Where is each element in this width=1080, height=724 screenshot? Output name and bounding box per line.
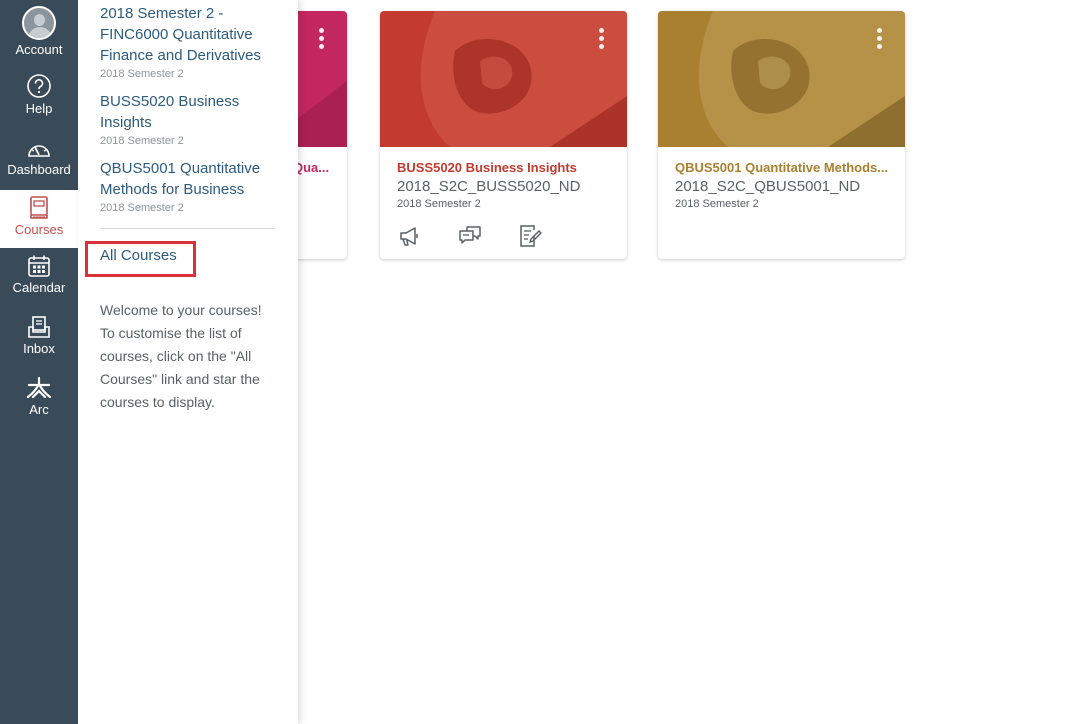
tray-course-term: 2018 Semester 2 xyxy=(100,68,184,80)
global-navigation: Account Help Dashboard Courses Calendar … xyxy=(0,0,78,724)
card-title[interactable]: BUSS5020 Business Insights xyxy=(397,160,577,175)
all-courses-link[interactable]: All Courses xyxy=(100,247,177,264)
help-circle-icon xyxy=(27,74,51,98)
nav-item-courses[interactable]: Courses xyxy=(0,190,78,248)
discussions-icon[interactable] xyxy=(458,224,482,248)
tray-course-link[interactable]: BUSS5020 Business Insights xyxy=(100,91,250,133)
announcements-icon[interactable] xyxy=(398,224,422,248)
tray-course-term: 2018 Semester 2 xyxy=(100,202,184,214)
tray-course-term: 2018 Semester 2 xyxy=(100,135,184,147)
card-course-code: 2018_S2C_BUSS5020_ND xyxy=(397,178,581,195)
nav-item-calendar[interactable]: Calendar xyxy=(0,254,78,302)
nav-label-help: Help xyxy=(25,101,53,116)
arc-icon xyxy=(26,376,52,399)
avatar-icon xyxy=(22,6,56,40)
card-hero-image xyxy=(380,11,627,147)
card-title[interactable]: QBUS5001 Quantitative Methods... xyxy=(675,160,888,175)
nav-label-inbox: Inbox xyxy=(23,341,55,356)
card-course-code: 2018_S2C_QBUS5001_ND xyxy=(675,178,861,195)
nav-label-arc: Arc xyxy=(29,402,49,417)
card-options-menu[interactable] xyxy=(875,28,883,52)
card-title[interactable]: Qua... xyxy=(293,160,329,175)
tray-course-item: 2018 Semester 2 - FINC6000 Quantitative … xyxy=(100,3,276,82)
tray-divider xyxy=(100,228,275,229)
nav-label-courses: Courses xyxy=(14,222,64,237)
nav-label-account: Account xyxy=(15,42,63,57)
card-term: 2018 Semester 2 xyxy=(675,198,759,210)
book-icon xyxy=(30,196,48,219)
inbox-icon xyxy=(28,316,50,338)
speedometer-icon xyxy=(28,145,50,157)
nav-item-inbox[interactable]: Inbox xyxy=(0,315,78,363)
course-card-buss5020[interactable]: BUSS5020 Business Insights 2018_S2C_BUSS… xyxy=(380,11,627,259)
card-options-menu[interactable] xyxy=(317,28,325,52)
tray-welcome-text: Welcome to your courses! To customise th… xyxy=(100,302,262,410)
card-hero-image xyxy=(658,11,905,147)
card-action-links xyxy=(398,224,542,248)
assignments-icon[interactable] xyxy=(518,224,542,248)
nav-item-help[interactable]: Help xyxy=(0,73,78,123)
nav-label-calendar: Calendar xyxy=(12,280,66,295)
calendar-icon xyxy=(28,255,50,277)
tray-course-item: QBUS5001 Quantitative Methods for Busine… xyxy=(100,158,276,216)
nav-item-arc[interactable]: Arc xyxy=(0,376,78,424)
nav-item-dashboard[interactable]: Dashboard xyxy=(0,138,78,184)
tray-course-link[interactable]: 2018 Semester 2 - FINC6000 Quantitative … xyxy=(100,3,276,66)
all-courses-highlight-box: All Courses xyxy=(85,241,196,277)
course-card-qbus5001[interactable]: QBUS5001 Quantitative Methods... 2018_S2… xyxy=(658,11,905,259)
nav-item-account[interactable]: Account xyxy=(0,6,78,64)
nav-label-dashboard: Dashboard xyxy=(7,162,71,177)
card-options-menu[interactable] xyxy=(597,28,605,52)
courses-tray: 2018 Semester 2 - FINC6000 Quantitative … xyxy=(78,0,298,724)
card-term: 2018 Semester 2 xyxy=(397,198,481,210)
tray-course-item: BUSS5020 Business Insights 2018 Semester… xyxy=(100,91,276,149)
tray-course-link[interactable]: QBUS5001 Quantitative Methods for Busine… xyxy=(100,158,278,200)
